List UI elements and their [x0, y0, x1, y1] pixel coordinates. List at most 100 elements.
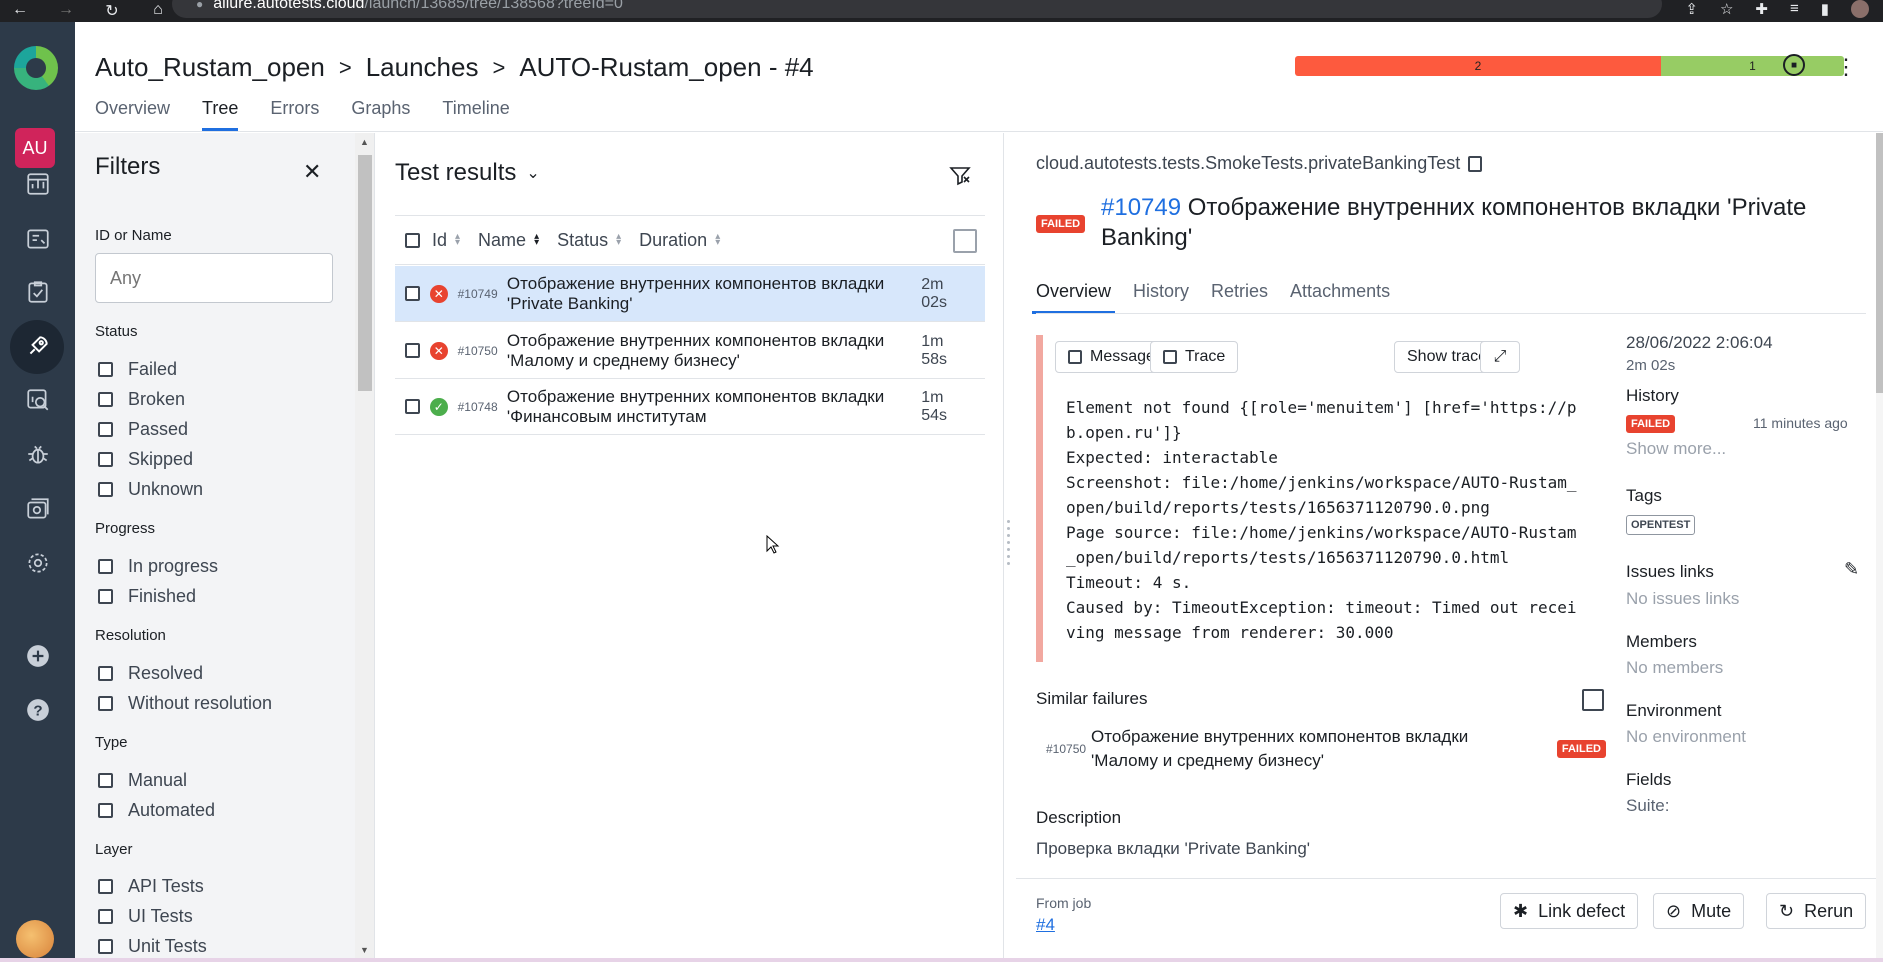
filter-in-progress[interactable]: In progress [98, 556, 218, 577]
star-icon[interactable]: ☆ [1720, 0, 1733, 18]
address-bar[interactable]: ● allure.autotests.cloud/launch/13685/tr… [172, 0, 1662, 18]
checkbox[interactable] [98, 773, 113, 788]
col-status[interactable]: Status ▴ ▾ [557, 230, 621, 251]
tab-overview[interactable]: Overview [95, 98, 190, 127]
checkbox[interactable] [98, 879, 113, 894]
test-results-title[interactable]: Test results ⌄ [395, 159, 540, 187]
rerun-button[interactable]: ↻ Rerun [1766, 893, 1867, 929]
row-checkbox[interactable] [405, 286, 420, 301]
tab-overview[interactable]: Overview [1031, 281, 1116, 314]
filter-skipped[interactable]: Skipped [98, 449, 193, 470]
tab-errors[interactable]: Errors [270, 98, 339, 127]
job-link[interactable]: #4 [1036, 915, 1055, 935]
checkbox[interactable] [98, 559, 113, 574]
extensions-icon[interactable]: ✚ [1755, 0, 1768, 18]
filter-passed[interactable]: Passed [98, 419, 188, 440]
select-all-checkbox[interactable] [405, 232, 420, 248]
reload-icon[interactable]: ↻ [102, 1, 122, 21]
status-segment[interactable]: 2 [1295, 56, 1661, 76]
filter-ui-tests[interactable]: UI Tests [98, 906, 193, 927]
mute-button[interactable]: ⊘ Mute [1653, 893, 1745, 929]
row-checkbox[interactable] [405, 399, 420, 414]
filter-failed[interactable]: Failed [98, 359, 177, 380]
scroll-down-icon[interactable]: ▼ [360, 945, 369, 955]
share-icon[interactable]: ⇪ [1685, 0, 1698, 18]
id-name-input[interactable] [95, 253, 333, 303]
tab-retries[interactable]: Retries [1211, 281, 1268, 312]
scrollbar-thumb[interactable] [1876, 133, 1883, 393]
status-statistic-bar[interactable]: 21 [1295, 56, 1844, 76]
compare-icon[interactable] [1582, 689, 1604, 711]
checkbox[interactable] [98, 696, 113, 711]
link-defect-button[interactable]: ✱ Link defect [1500, 893, 1639, 929]
help-icon[interactable]: ? [0, 688, 75, 732]
allure-logo[interactable] [14, 46, 58, 90]
breadcrumb-launches[interactable]: Launches [366, 52, 479, 83]
filter-broken[interactable]: Broken [98, 389, 185, 410]
trace-button[interactable]: Trace [1150, 341, 1239, 373]
column-settings-icon[interactable] [953, 229, 977, 253]
media-icon[interactable]: ≡ [1790, 0, 1799, 18]
tab-timeline[interactable]: Timeline [442, 98, 529, 127]
clear-filter-icon[interactable] [948, 163, 972, 187]
similar-failure-item[interactable]: #10750 Отображение внутренних компоненто… [1036, 725, 1606, 773]
checkbox[interactable] [98, 939, 113, 954]
checkbox[interactable] [98, 909, 113, 924]
add-icon[interactable] [0, 634, 75, 678]
tab-attachments[interactable]: Attachments [1290, 281, 1390, 312]
table-row[interactable]: ✓ #10748 Отображение внутренних компонен… [395, 379, 985, 435]
panel-resize-handle[interactable] [1005, 520, 1011, 570]
history-badge[interactable]: FAILED [1626, 415, 1676, 433]
test-plans-icon[interactable] [0, 270, 75, 314]
forward-icon[interactable]: → [56, 1, 76, 21]
profile-avatar[interactable] [1851, 0, 1869, 18]
expand-icon[interactable]: ⤢ [1480, 341, 1520, 373]
checkbox[interactable] [98, 452, 113, 467]
more-menu-icon[interactable]: ⋮ [1835, 54, 1857, 80]
checkbox[interactable] [98, 362, 113, 377]
jobs-icon[interactable] [0, 487, 75, 531]
stop-launch-icon[interactable]: ■ [1783, 54, 1805, 76]
scroll-up-icon[interactable]: ▲ [360, 137, 369, 147]
col-duration[interactable]: Duration ▴ ▾ [639, 230, 720, 251]
row-checkbox[interactable] [405, 343, 420, 358]
back-icon[interactable]: ← [10, 1, 30, 21]
table-row[interactable]: ✕ #10750 Отображение внутренних компонен… [395, 323, 985, 379]
edit-icon[interactable]: ✎ [1844, 559, 1859, 580]
test-cases-icon[interactable] [0, 217, 75, 261]
scrollbar-thumb[interactable] [358, 155, 372, 391]
col-name[interactable]: Name ▴ ▾ [478, 230, 539, 251]
analytics-icon[interactable] [0, 378, 75, 422]
close-icon[interactable]: ✕ [303, 159, 321, 185]
tab-history[interactable]: History [1133, 281, 1189, 312]
test-id[interactable]: #10749 [1101, 194, 1181, 221]
show-more-link[interactable]: Show more... [1626, 439, 1726, 459]
checkbox[interactable] [98, 482, 113, 497]
tab-tree[interactable]: Tree [202, 98, 258, 131]
breadcrumb-project[interactable]: Auto_Rustam_open [95, 52, 325, 83]
filter-automated[interactable]: Automated [98, 800, 215, 821]
user-avatar[interactable] [16, 920, 54, 958]
filter-unknown[interactable]: Unknown [98, 479, 203, 500]
filter-without-resolution[interactable]: Without resolution [98, 693, 272, 714]
copy-icon[interactable] [1468, 155, 1483, 172]
checkbox[interactable] [98, 392, 113, 407]
filter-finished[interactable]: Finished [98, 586, 196, 607]
checkbox[interactable] [98, 666, 113, 681]
tag-badge[interactable]: OPENTEST [1626, 515, 1696, 535]
launches-icon[interactable] [0, 320, 75, 374]
checkbox[interactable] [98, 803, 113, 818]
sidepanel-icon[interactable]: ▮ [1821, 0, 1829, 18]
settings-icon[interactable] [0, 541, 75, 585]
filter-unit-tests[interactable]: Unit Tests [98, 936, 207, 957]
checkbox[interactable] [98, 422, 113, 437]
filter-api-tests[interactable]: API Tests [98, 876, 204, 897]
home-icon[interactable]: ⌂ [148, 1, 168, 21]
col-id[interactable]: Id ▴ ▾ [432, 230, 460, 251]
dashboards-icon[interactable] [0, 162, 75, 206]
details-scrollbar[interactable] [1876, 133, 1883, 962]
filter-manual[interactable]: Manual [98, 770, 187, 791]
table-row[interactable]: ✕ #10749 Отображение внутренних компонен… [395, 266, 985, 322]
filters-scrollbar[interactable]: ▲ ▼ [355, 133, 375, 962]
checkbox[interactable] [98, 589, 113, 604]
